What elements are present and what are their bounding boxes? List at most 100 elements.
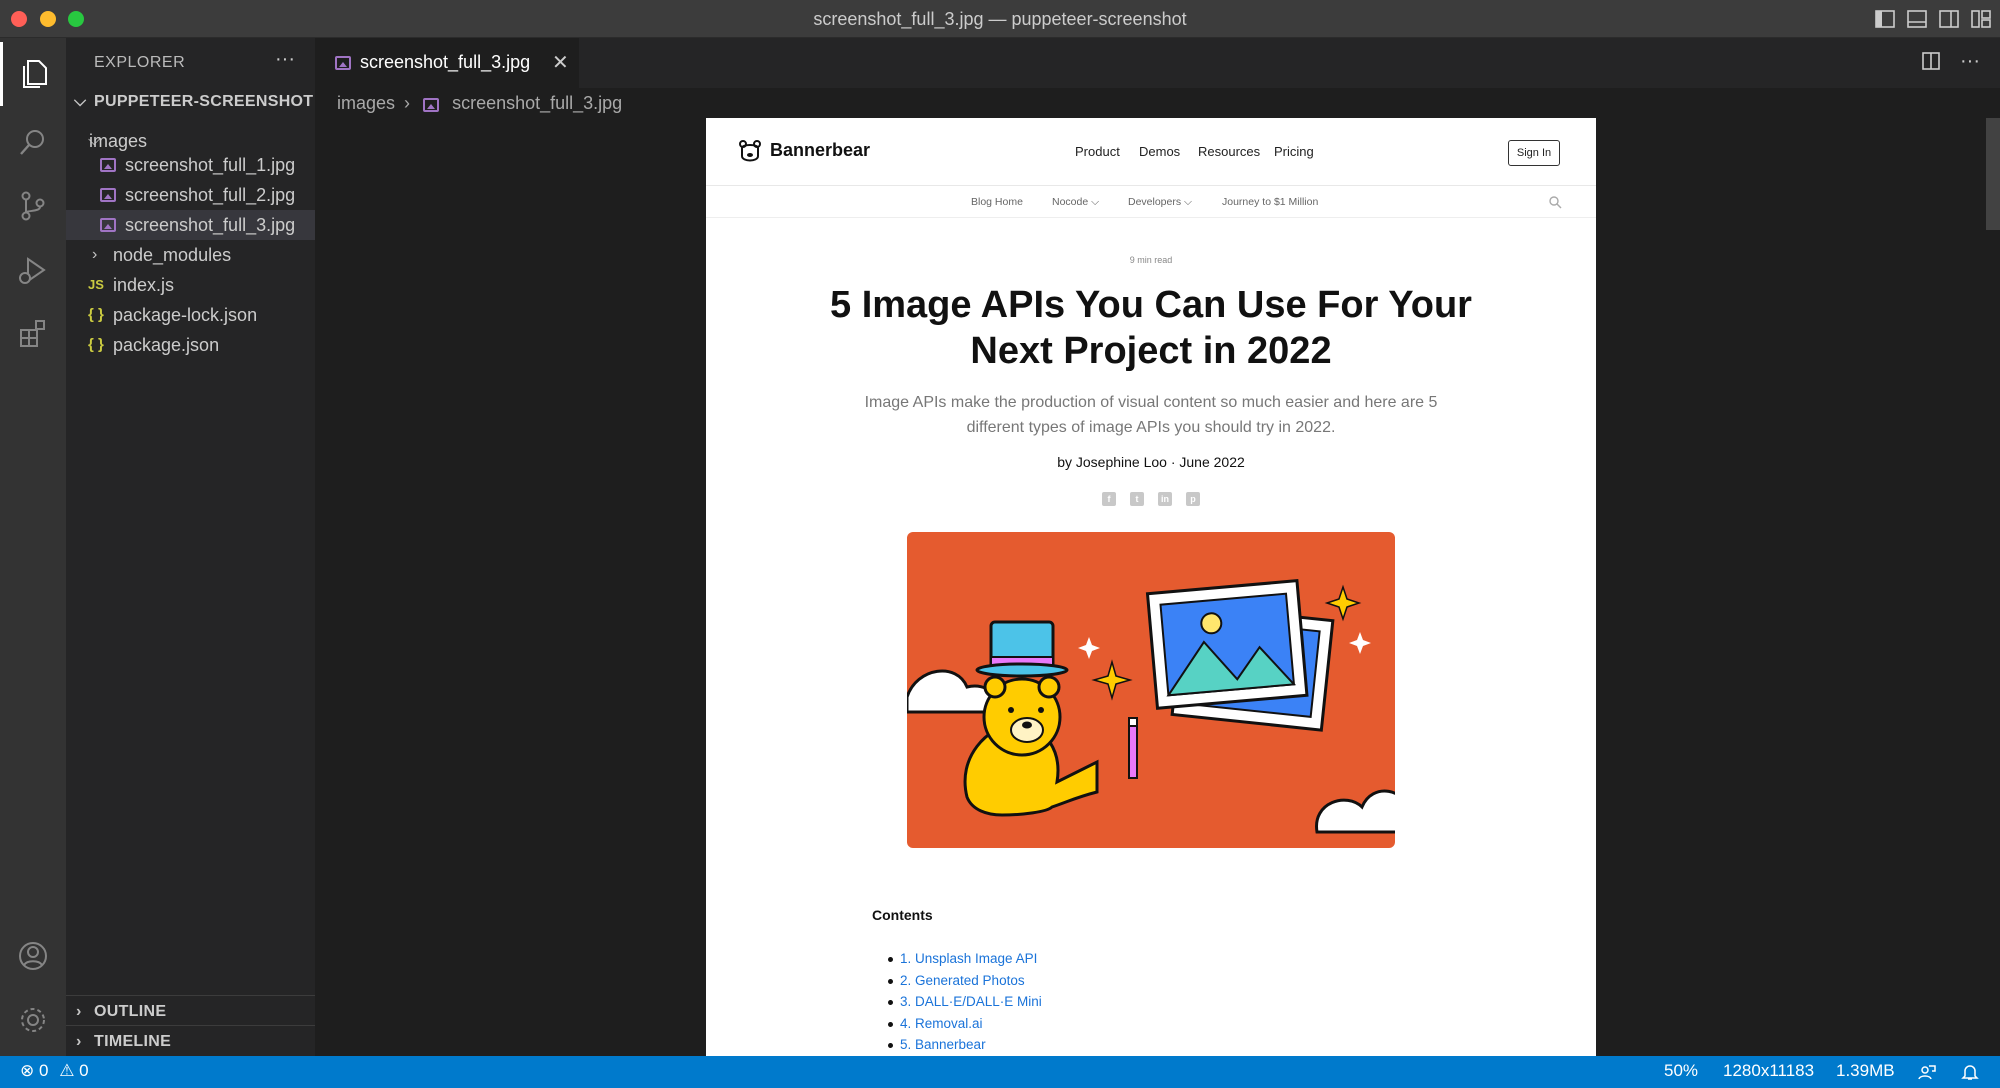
- zoom-level[interactable]: 50%: [1664, 1061, 1698, 1081]
- tree-item-node-modules[interactable]: › node_modules: [66, 240, 315, 270]
- editor-actions: ···: [1920, 50, 1980, 73]
- tree-item-label: screenshot_full_1.jpg: [125, 155, 296, 175]
- toc-item: 2. Generated Photos: [888, 970, 1042, 992]
- timeline-label: TIMELINE: [94, 1033, 172, 1050]
- toc-item: 4. Removal.ai: [888, 1013, 1042, 1035]
- hero-illustration: [907, 532, 1395, 848]
- image-dimensions: 1280x11183: [1723, 1061, 1815, 1080]
- table-of-contents: 1. Unsplash Image API 2. Generated Photo…: [888, 948, 1042, 1056]
- tree-item-label: package-lock.json: [113, 305, 258, 325]
- editor-tab-bar: screenshot_full_3.jpg ✕ ···: [315, 38, 2000, 88]
- tree-item-label: screenshot_full_2.jpg: [125, 185, 296, 205]
- accounts-icon[interactable]: [0, 924, 66, 988]
- extensions-icon[interactable]: [0, 302, 66, 366]
- notifications-bell-icon[interactable]: [1961, 1063, 1979, 1081]
- warning-icon: ⚠: [59, 1061, 75, 1080]
- breadcrumb-file[interactable]: screenshot_full_3.jpg: [452, 93, 622, 113]
- outline-label: OUTLINE: [94, 1003, 167, 1020]
- json-file-icon: { }: [88, 336, 104, 353]
- tree-item-label: node_modules: [113, 245, 232, 265]
- twitter-icon: t: [1130, 492, 1144, 506]
- status-bar: ⊗ 0 ⚠ 0 50% 1280x11183 1.39MB: [0, 1056, 2000, 1088]
- workspace-root[interactable]: ⌵ PUPPETEER-SCREENSHOT: [66, 87, 315, 117]
- breadcrumb-folder[interactable]: images: [337, 93, 395, 113]
- image-file-icon: [100, 188, 116, 202]
- article-description: Image APIs make the production of visual…: [864, 394, 1438, 436]
- image-file-icon: [100, 158, 116, 172]
- javascript-file-icon: JS: [88, 277, 104, 292]
- chevron-right-icon: ›: [76, 1033, 82, 1050]
- toc-item: 1. Unsplash Image API: [888, 948, 1042, 970]
- social-share: f t in p: [1102, 492, 1200, 506]
- subnav-blog-home: Blog Home: [971, 196, 1023, 208]
- more-actions-icon[interactable]: ···: [1960, 50, 1980, 73]
- run-and-debug-icon[interactable]: [0, 238, 66, 302]
- facebook-icon: f: [1102, 492, 1116, 506]
- tree-item-label: package.json: [113, 335, 220, 355]
- nav-link-resources: Resources: [1198, 144, 1261, 159]
- linkedin-icon: in: [1158, 492, 1172, 506]
- split-editor-icon[interactable]: [1920, 50, 1942, 72]
- preview-navbar: Bannerbear Product Demos Resources Prici…: [706, 118, 1596, 186]
- chevron-right-icon: ›: [76, 1003, 82, 1020]
- subnav-nocode: Nocode ⌵: [1052, 196, 1100, 208]
- source-control-icon[interactable]: [0, 174, 66, 238]
- nav-link-pricing: Pricing: [1274, 144, 1314, 159]
- close-tab-icon[interactable]: ✕: [552, 50, 569, 75]
- outline-section[interactable]: › OUTLINE: [66, 997, 315, 1027]
- tab-label: screenshot_full_3.jpg: [360, 52, 531, 72]
- timeline-section[interactable]: › TIMELINE: [66, 1027, 315, 1057]
- breadcrumb-separator-icon: ›: [404, 93, 411, 113]
- bear-logo-icon: [739, 140, 761, 162]
- tree-item-screenshot-2[interactable]: screenshot_full_2.jpg: [66, 180, 315, 210]
- toc-item: 5. Bannerbear: [888, 1034, 1042, 1056]
- customize-layout-icon[interactable]: [1970, 8, 1992, 30]
- explorer-header: EXPLORER ···: [66, 38, 315, 86]
- json-file-icon: { }: [88, 306, 104, 323]
- explorer-icon[interactable]: [0, 42, 66, 106]
- bear-with-photos-illustration: [907, 532, 1395, 848]
- search-icon[interactable]: [0, 110, 66, 174]
- preview-subnav: Blog Home Nocode ⌵ Developers ⌵ Journey …: [706, 186, 1596, 218]
- chevron-down-icon: ⌵: [74, 93, 87, 110]
- nav-link-demos: Demos: [1139, 144, 1181, 159]
- tree-item-package-lock-json[interactable]: { } package-lock.json: [66, 300, 315, 330]
- search-icon: [1549, 196, 1562, 209]
- more-actions-icon[interactable]: ···: [275, 48, 295, 71]
- problems-indicator[interactable]: ⊗ 0 ⚠ 0: [20, 1061, 89, 1081]
- breadcrumb: images › screenshot_full_3.jpg: [337, 90, 622, 116]
- article-byline: by Josephine Loo · June 2022: [1057, 454, 1245, 470]
- layout-controls: [1874, 8, 1992, 30]
- article-title: 5 Image APIs You Can Use For Your Next P…: [830, 284, 1472, 372]
- toggle-panel-icon[interactable]: [1906, 8, 1928, 30]
- tree-item-screenshot-3[interactable]: screenshot_full_3.jpg: [66, 210, 315, 240]
- tree-item-package-json[interactable]: { } package.json: [66, 330, 315, 360]
- image-file-icon: [423, 98, 440, 112]
- feedback-icon[interactable]: [1918, 1063, 1936, 1081]
- contents-heading: Contents: [872, 907, 933, 923]
- read-time: 9 min read: [1129, 255, 1173, 265]
- nav-link-product: Product: [1075, 144, 1120, 159]
- subnav-developers: Developers ⌵: [1128, 196, 1192, 208]
- error-count: 0: [38, 1061, 49, 1080]
- image-file-icon: [100, 218, 116, 232]
- divider: [66, 995, 315, 996]
- editor-scrollbar-thumb[interactable]: [1986, 118, 2000, 230]
- toggle-secondary-sidebar-icon[interactable]: [1938, 8, 1960, 30]
- toc-item: 3. DALL·E/DALL·E Mini: [888, 991, 1042, 1013]
- manage-gear-icon[interactable]: [0, 988, 66, 1052]
- image-preview: Bannerbear Product Demos Resources Prici…: [706, 118, 1596, 1056]
- editor-scrollbar[interactable]: [1986, 118, 2000, 1056]
- chevron-right-icon: ›: [92, 246, 98, 263]
- tree-item-label: index.js: [113, 275, 175, 295]
- image-file-icon: [335, 56, 351, 70]
- tree-item-index-js[interactable]: JS index.js: [66, 270, 315, 300]
- toggle-primary-sidebar-icon[interactable]: [1874, 8, 1896, 30]
- tree-item-screenshot-1[interactable]: screenshot_full_1.jpg: [66, 150, 315, 180]
- tab-screenshot-full-3[interactable]: screenshot_full_3.jpg ✕: [315, 38, 579, 88]
- activity-bar: [0, 38, 66, 1056]
- title-bar: screenshot_full_3.jpg — puppeteer-screen…: [0, 0, 2000, 38]
- subnav-journey: Journey to $1 Million: [1222, 196, 1319, 208]
- pinterest-icon: p: [1186, 492, 1200, 506]
- sign-in-button: Sign In: [1508, 140, 1560, 166]
